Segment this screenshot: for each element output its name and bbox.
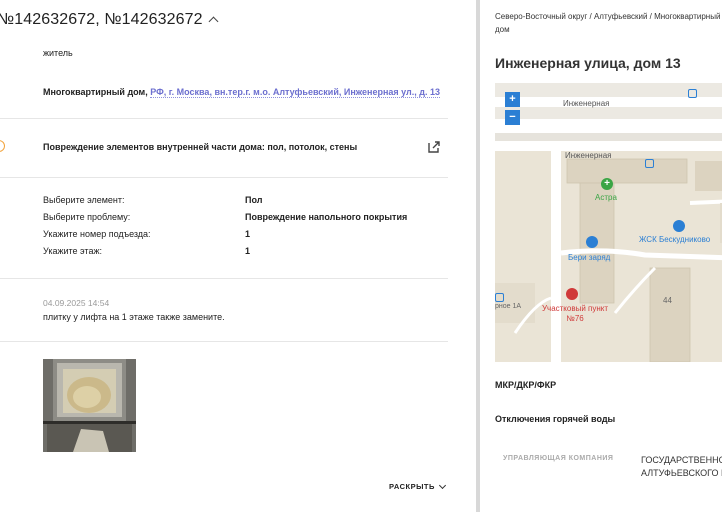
- bus-stop-icon[interactable]: [688, 89, 697, 98]
- divider: [0, 341, 448, 342]
- zoom-in-label: +: [509, 93, 516, 105]
- field-value-floor: 1: [245, 246, 251, 256]
- field-label-element: Выберите элемент:: [43, 195, 125, 205]
- program-label: МКР/ДКР/ФКР: [495, 380, 557, 390]
- applicant-role: житель: [43, 48, 73, 58]
- field-value-problem: Повреждение напольного покрытия: [245, 212, 408, 222]
- expand-label: РАСКРЫТЬ: [389, 482, 435, 491]
- breadcrumb[interactable]: Северо-Восточный округ / Алтуфьевский / …: [495, 10, 722, 36]
- pharmacy-icon[interactable]: +: [601, 178, 613, 190]
- chevron-up-icon[interactable]: [209, 15, 219, 25]
- divider: [0, 177, 448, 178]
- management-company-line-1: ГОСУДАРСТВЕННО: [641, 455, 722, 465]
- issue-category: Повреждение элементов внутренней части д…: [43, 142, 358, 152]
- housing-icon[interactable]: [673, 220, 685, 232]
- police-icon[interactable]: [566, 288, 578, 300]
- divider: [0, 278, 448, 279]
- zoom-out-label: −: [509, 111, 516, 123]
- status-indicator-icon: [0, 140, 5, 152]
- field-value-entrance: 1: [245, 229, 251, 239]
- field-label-floor: Укажите этаж:: [43, 246, 102, 256]
- bus-stop-icon[interactable]: [495, 293, 504, 302]
- attached-photo[interactable]: [43, 359, 136, 452]
- field-label-problem: Выберите проблему:: [43, 212, 131, 222]
- address-link[interactable]: РФ, г. Москва, вн.тер.г. м.о. Алтуфьевск…: [150, 87, 440, 98]
- zoom-in-button[interactable]: +: [505, 92, 520, 107]
- object-type: Многоквартирный дом,: [43, 87, 151, 97]
- expand-button[interactable]: РАСКРЫТЬ: [389, 481, 446, 491]
- photo-image: [43, 359, 136, 452]
- comment-date: 04.09.2025 14:54: [43, 298, 110, 308]
- management-company-label: УПРАВЛЯЮЩАЯ КОМПАНИЯ: [503, 455, 614, 462]
- hot-water-label: Отключения горячей воды: [495, 414, 616, 424]
- object-address: Многоквартирный дом, РФ, г. Москва, вн.т…: [43, 87, 440, 98]
- poi-label-charging[interactable]: Бери заряд: [568, 253, 610, 262]
- house-number: 44: [663, 296, 672, 305]
- charging-icon[interactable]: [586, 236, 598, 248]
- management-company-value[interactable]: ГОСУДАРСТВЕННО АЛТУФЬЕВСКОГО Р: [641, 454, 722, 480]
- comment-text: плитку у лифта на 1 этаже также замените…: [43, 312, 225, 322]
- building-panel: Северо-Восточный округ / Алтуфьевский / …: [480, 0, 722, 512]
- zoom-out-button[interactable]: −: [505, 110, 520, 125]
- bus-stop-icon[interactable]: [645, 159, 654, 168]
- poi-label-zhsk[interactable]: ЖСК Бескудниково: [639, 235, 710, 244]
- field-value-element: Пол: [245, 195, 263, 205]
- building-title: Инженерная улица, дом 13: [495, 55, 681, 71]
- corner-label: рное 1А: [495, 303, 522, 310]
- street-label: Инженерная: [563, 99, 610, 108]
- divider: [0, 118, 448, 119]
- street-label: Инженерная: [565, 151, 612, 160]
- field-label-entrance: Укажите номер подъезда:: [43, 229, 151, 239]
- request-panel: №142632672, №142632672 житель Многокварт…: [0, 0, 476, 512]
- poi-label-astra[interactable]: Астра: [595, 193, 617, 202]
- external-link-icon[interactable]: [427, 140, 441, 154]
- chevron-down-icon: [438, 481, 446, 489]
- request-title: №142632672, №142632672: [0, 11, 203, 28]
- poi-label-police-text: Участковый пункт №76: [541, 304, 609, 323]
- management-company-line-2: АЛТУФЬЕВСКОГО Р: [641, 468, 722, 478]
- map[interactable]: + − Инженерная Инженерная + Астра ЖСК Бе…: [495, 83, 722, 362]
- request-title-row[interactable]: №142632672, №142632672: [0, 8, 219, 32]
- poi-label-police[interactable]: Участковый пункт №76: [535, 304, 615, 324]
